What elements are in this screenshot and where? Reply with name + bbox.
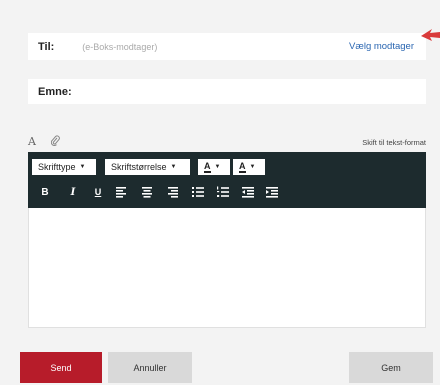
align-center-icon[interactable] xyxy=(140,185,154,199)
font-type-dropdown[interactable]: Skrifttype ▼ xyxy=(32,159,96,175)
subject-field[interactable]: Emne: xyxy=(28,79,426,104)
outdent-icon[interactable] xyxy=(241,185,255,199)
font-size-dropdown[interactable]: Skriftstørrelse ▼ xyxy=(105,159,190,175)
bold-button[interactable]: B xyxy=(38,185,52,199)
chevron-down-icon: ▼ xyxy=(249,164,256,170)
font-type-label: Skrifttype xyxy=(38,162,76,172)
format-row: A Skift til tekst-format xyxy=(28,135,426,149)
choose-recipient-link[interactable]: Vælg modtager xyxy=(349,41,414,52)
save-button[interactable]: Gem xyxy=(349,352,433,383)
font-format-icon[interactable]: A xyxy=(28,135,36,148)
italic-button[interactable]: I xyxy=(66,185,80,199)
send-button[interactable]: Send xyxy=(20,352,102,383)
numbered-list-icon[interactable] xyxy=(216,185,230,199)
font-size-label: Skriftstørrelse xyxy=(111,162,167,172)
background-color-dropdown[interactable]: A ▼ xyxy=(233,159,265,175)
cancel-button[interactable]: Annuller xyxy=(108,352,192,383)
chevron-down-icon: ▼ xyxy=(214,164,221,170)
bullet-list-icon[interactable] xyxy=(191,185,205,199)
editor-toolbar: Skrifttype ▼ Skriftstørrelse ▼ A ▼ A ▼ B… xyxy=(28,152,426,208)
chevron-down-icon: ▼ xyxy=(79,164,86,170)
message-body-editor[interactable] xyxy=(28,208,426,328)
text-color-dropdown[interactable]: A ▼ xyxy=(198,159,230,175)
text-color-icon: A xyxy=(204,160,211,173)
background-color-icon: A xyxy=(239,160,246,173)
underline-button[interactable]: U xyxy=(91,185,105,199)
recipient-label: Til: xyxy=(38,40,55,53)
chevron-down-icon: ▼ xyxy=(170,164,177,170)
align-right-icon[interactable] xyxy=(166,185,180,199)
pointer-arrow-icon xyxy=(421,29,440,41)
align-left-icon[interactable] xyxy=(114,185,128,199)
paperclip-icon[interactable] xyxy=(50,135,60,149)
recipient-placeholder: (e-Boks-modtager) xyxy=(82,41,158,52)
indent-icon[interactable] xyxy=(265,185,279,199)
subject-label: Emne: xyxy=(38,85,72,98)
switch-to-text-format-link[interactable]: Skift til tekst-format xyxy=(362,138,426,147)
recipient-field[interactable]: Til: (e-Boks-modtager) Vælg modtager xyxy=(28,33,426,60)
